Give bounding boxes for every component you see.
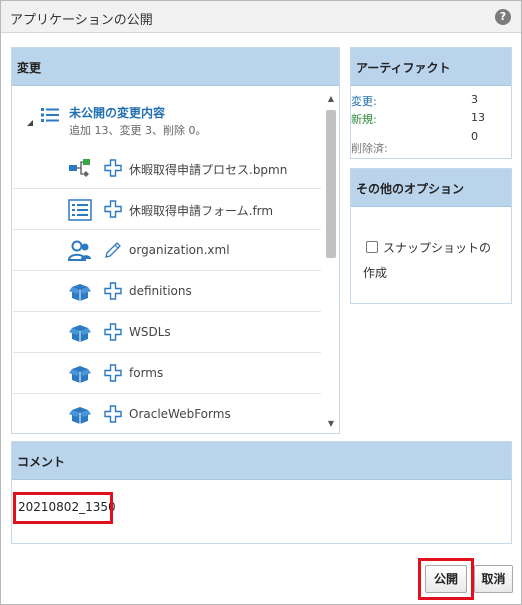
item-label: WSDLs [129,325,171,339]
package-icon [68,363,92,385]
list-icon [41,107,59,126]
tree-item[interactable]: 休暇取得申請フォーム.frm [13,189,321,230]
unpublished-changes-title: 未公開の変更内容 [69,106,166,120]
added-plus-icon [103,281,123,301]
options-header: その他のオプション [351,169,511,207]
scroll-up-arrow-icon[interactable]: ▲ [323,92,339,106]
changes-panel: 変更 未公開の変更内容 追加 13、変更 3、削除 0。 休暇取得申請プロセス.… [11,47,340,434]
tree-root-node[interactable]: 未公開の変更内容 追加 13、変更 3、削除 0。 [13,88,321,143]
tree-item[interactable]: organization.xml [13,230,321,271]
other-options-panel: その他のオプション スナップショットの 作成 [350,168,512,304]
changes-summary: 追加 13、変更 3、削除 0。 [69,124,207,137]
publish-application-dialog: アプリケーションの公開 ? 変更 未公開の変更内容 追加 13、変更 3、削除 … [0,0,522,605]
snapshot-checkbox[interactable] [366,241,378,253]
item-label: 休暇取得申請フォーム.frm [129,204,274,218]
changes-tree: 未公開の変更内容 追加 13、変更 3、削除 0。 休暇取得申請プロセス.bpm… [13,88,321,433]
tree-item[interactable]: definitions [13,271,321,312]
changes-scrollbar[interactable]: ▲ ▼ [323,88,339,433]
added-plus-icon [103,404,123,424]
changes-header: 変更 [12,48,339,86]
package-icon [68,404,92,426]
artifacts-panel: アーティファクト 変更: 3 新規: 13 削除済: 0 [350,47,512,159]
comment-header: コメント [12,442,511,480]
item-label: forms [129,366,164,380]
comment-panel: コメント 20210802_1350 [11,441,512,544]
added-plus-icon [103,322,123,342]
item-label: organization.xml [129,243,230,257]
collapse-triangle-icon[interactable] [27,120,33,126]
help-icon[interactable]: ? [495,9,511,25]
organization-icon [67,240,92,262]
item-label: OracleWebForms [129,407,231,421]
dialog-titlebar: アプリケーションの公開 ? [1,1,521,33]
tree-item[interactable]: WSDLs [13,312,321,353]
comment-highlight-box [13,492,113,524]
added-plus-icon [103,363,123,383]
new-count: 13 [471,111,485,124]
snapshot-label-continued[interactable]: 作成 [363,264,387,281]
deleted-label: 削除済: [351,142,388,155]
artifacts-body: 変更: 3 新規: 13 削除済: 0 [351,88,511,158]
tree-item[interactable]: 休暇取得申請プロセス.bpmn [13,148,321,189]
added-plus-icon [103,158,123,178]
tree-item[interactable]: OracleWebForms [13,394,321,433]
scroll-thumb[interactable] [326,110,336,258]
scroll-down-arrow-icon[interactable]: ▼ [323,417,339,431]
artifacts-header: アーティファクト [351,48,511,86]
changed-count: 3 [471,93,478,106]
process-icon [68,158,92,180]
item-label: definitions [129,284,192,298]
snapshot-label[interactable]: スナップショットの [383,239,491,256]
form-icon [68,199,92,221]
package-icon [68,322,92,344]
options-body: スナップショットの 作成 [351,209,511,303]
modified-pencil-icon [103,240,123,260]
changed-label: 変更: [351,95,377,108]
publish-highlight-box [418,558,474,600]
added-plus-icon [103,199,123,219]
dialog-title: アプリケーションの公開 [10,13,153,28]
cancel-button[interactable]: 取消 [474,565,513,593]
new-label: 新規: [351,113,377,126]
item-label: 休暇取得申請プロセス.bpmn [129,163,288,177]
package-icon [68,281,92,303]
deleted-count: 0 [471,130,478,143]
tree-item[interactable]: forms [13,353,321,394]
comment-input[interactable]: 20210802_1350 [12,482,511,543]
